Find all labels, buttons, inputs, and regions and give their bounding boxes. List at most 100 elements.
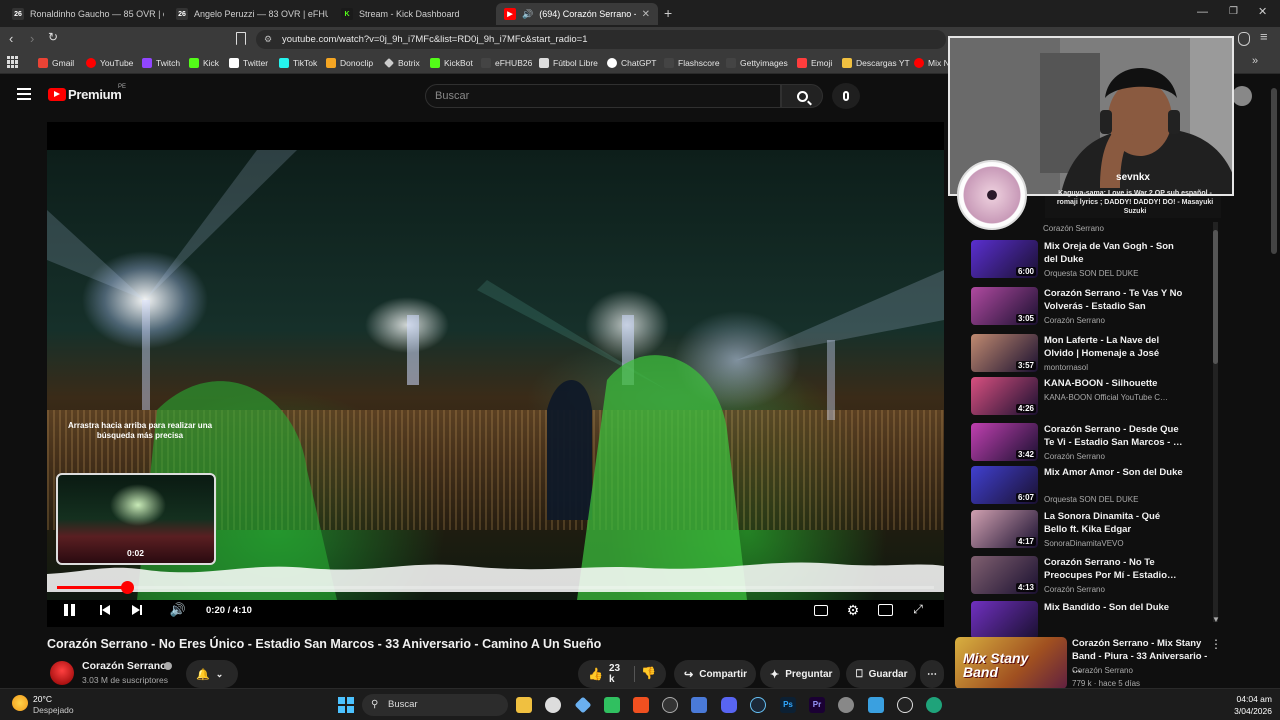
settings-gear-icon[interactable] (838, 697, 854, 713)
forward-icon[interactable]: › (30, 31, 34, 46)
video-title[interactable]: Corazón Serrano - Te Vas Y No Volverás -… (1044, 287, 1184, 313)
previous-button[interactable] (97, 603, 113, 617)
hamburger-menu-icon[interactable] (17, 88, 31, 100)
bookmark-page-icon[interactable] (236, 32, 246, 45)
save-button[interactable]: ⎕ Guardar (846, 660, 916, 688)
app-icon[interactable] (662, 697, 678, 713)
bookmark-kickbot[interactable]: KickBot (430, 56, 473, 70)
bookmark-emoji[interactable]: Emoji (797, 56, 832, 70)
playlist-item[interactable]: 3:05 Corazón Serrano - Te Vas Y No Volver… (971, 287, 1211, 331)
video-title[interactable]: Corazón Serrano - No Te Preocupes Por Mí… (1044, 556, 1184, 582)
playlist-item[interactable]: 4:17 La Sonora Dinamita - Qué Bello ft. K… (971, 510, 1211, 554)
bookmark-twitch[interactable]: Twitch (142, 56, 180, 70)
edge-icon[interactable] (926, 697, 942, 713)
minimize-icon[interactable]: — (1197, 6, 1208, 18)
search-input[interactable]: Buscar (425, 84, 781, 108)
playlist-scrollbar[interactable] (1213, 222, 1218, 622)
file-explorer-icon[interactable] (516, 697, 532, 713)
video-thumbnail[interactable]: 3:57 (971, 334, 1038, 372)
bookmark-gettyimages[interactable]: Gettyimages (726, 56, 788, 70)
bookmark-efhub[interactable]: eFHUB26 (481, 56, 532, 70)
chrome-icon[interactable] (545, 697, 561, 713)
share-button[interactable]: ↪ Compartir (674, 660, 756, 688)
browser-tab-3[interactable]: K Stream - Kick Dashboard (333, 3, 493, 25)
video-thumbnail[interactable]: 4:17 (971, 510, 1038, 548)
channel-avatar[interactable] (50, 661, 74, 685)
bookmark-futbol-libre[interactable]: Fútbol Libre (539, 56, 598, 70)
video-player[interactable]: Arrastra hacia arriba para realizar una … (47, 122, 944, 627)
more-actions-button[interactable]: ⋯ (920, 660, 944, 688)
scroll-down-icon[interactable]: ▼ (1212, 615, 1220, 624)
bookmark-botrix[interactable]: Botrix (384, 56, 420, 70)
video-thumbnail[interactable]: 4:26 (971, 377, 1038, 415)
fullscreen-icon[interactable]: ⤢ (911, 602, 925, 616)
reload-icon[interactable]: ↻ (48, 30, 58, 44)
voice-search-button[interactable] (832, 83, 860, 109)
progress-bar[interactable] (57, 581, 934, 594)
video-thumbnail[interactable]: 3:42 (971, 423, 1038, 461)
bookmark-tiktok[interactable]: TikTok (279, 56, 317, 70)
brave-browser-icon[interactable] (633, 697, 649, 713)
browser-menu-icon[interactable]: ≡ (1260, 29, 1268, 44)
youtube-logo-icon[interactable] (48, 88, 66, 101)
bookmark-youtube[interactable]: YouTube (86, 56, 133, 70)
playlist-item[interactable]: 6:00 Mix Oreja de Van Gogh - Son del Duke… (971, 240, 1211, 284)
app-icon[interactable] (604, 697, 620, 713)
windows-start-icon[interactable] (338, 697, 354, 713)
playlist-item[interactable]: 4:26 KANA-BOON - Silhouette KANA-BOON Offi… (971, 377, 1211, 421)
playlist-item[interactable]: 4:13 Corazón Serrano - No Te Preocupes Po… (971, 556, 1211, 600)
weather-sun-icon[interactable] (12, 695, 28, 711)
bookmark-donoclip[interactable]: Donoclip (326, 56, 373, 70)
window-close-icon[interactable]: ✕ (1258, 5, 1267, 18)
like-button[interactable]: 👍 23 k 👎 (578, 660, 666, 688)
video-thumbnail[interactable] (971, 601, 1038, 639)
bookmark-chatgpt[interactable]: ChatGPT (607, 56, 656, 70)
notepad-icon[interactable] (868, 697, 884, 713)
pause-button[interactable] (61, 602, 77, 618)
video-thumbnail[interactable]: 4:13 (971, 556, 1038, 594)
discord-icon[interactable] (721, 697, 737, 713)
video-title[interactable]: La Sonora Dinamita - Qué Bello ft. Kika … (1044, 510, 1184, 536)
channel-name[interactable]: Corazón Serrano (82, 660, 167, 672)
video-title[interactable]: Mix Oreja de Van Gogh - Son del Duke (1044, 240, 1184, 266)
bookmark-gmail[interactable]: Gmail (38, 56, 74, 70)
settings-gear-icon[interactable]: ⚙ (845, 602, 861, 618)
video-title[interactable]: Mix Bandido - Son del Duke (1044, 601, 1184, 614)
thumbs-down-icon[interactable]: 👎 (634, 666, 656, 682)
video-title[interactable]: Mix Amor Amor - Son del Duke (1044, 466, 1184, 479)
bookmark-mix[interactable]: Mix N (914, 56, 950, 70)
bookmark-descargas-yt[interactable]: Descargas YT (842, 56, 910, 70)
miniplayer-icon[interactable] (878, 604, 893, 616)
next-video-thumbnail[interactable]: Mix Stany Band (955, 637, 1067, 689)
app-icon[interactable] (574, 696, 592, 714)
playlist-item[interactable]: 6:07 Mix Amor Amor - Son del Duke Orquesta… (971, 466, 1211, 510)
bookmark-twitter[interactable]: Twitter (229, 56, 268, 70)
more-vertical-icon[interactable]: ⋮ (1210, 637, 1222, 651)
video-thumbnail[interactable]: 6:07 (971, 466, 1038, 504)
more-bookmarks-icon[interactable]: » (1252, 55, 1258, 67)
taskbar-search-input[interactable]: ⚲ Buscar (362, 694, 508, 716)
page-scrollbar[interactable] (1271, 88, 1277, 254)
ask-button[interactable]: ✦ Preguntar (760, 660, 840, 688)
bookmark-kick[interactable]: Kick (189, 56, 219, 70)
video-thumbnail[interactable]: 3:05 (971, 287, 1038, 325)
media-player-icon[interactable] (897, 697, 913, 713)
next-button[interactable] (129, 603, 145, 617)
avatar[interactable] (1232, 86, 1252, 106)
apps-icon[interactable] (7, 56, 19, 68)
search-button[interactable] (781, 84, 823, 108)
close-tab-icon[interactable]: ✕ (642, 9, 650, 20)
premiere-icon[interactable]: Pr (809, 697, 825, 713)
volume-icon[interactable]: 🔊 (169, 602, 187, 617)
browser-tab-2[interactable]: 26 Angelo Peruzzi — 83 OVR | eFHU8 (168, 3, 328, 25)
photoshop-icon[interactable]: Ps (780, 697, 796, 713)
bookmark-flashscore[interactable]: Flashscore (664, 56, 720, 70)
steam-icon[interactable] (750, 697, 766, 713)
captions-icon[interactable] (814, 605, 828, 616)
video-title[interactable]: KANA-BOON - Silhouette (1044, 377, 1184, 390)
playlist-item[interactable]: 3:42 Corazón Serrano - Desde Que Te Vi - … (971, 423, 1211, 467)
video-title[interactable]: Corazón Serrano - Desde Que Te Vi - Esta… (1044, 423, 1184, 449)
calculator-icon[interactable] (691, 697, 707, 713)
video-title[interactable]: Mon Laferte - La Nave del Olvido | Homen… (1044, 334, 1184, 360)
restore-icon[interactable]: ❐ (1229, 6, 1238, 17)
